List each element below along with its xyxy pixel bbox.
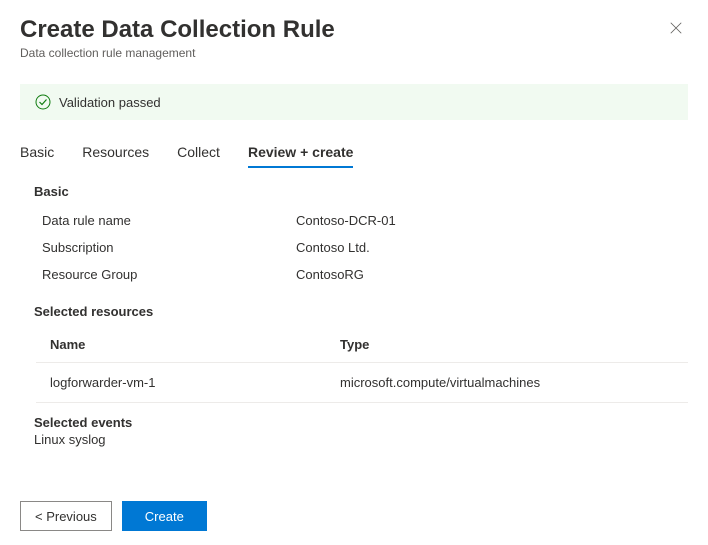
tab-resources[interactable]: Resources <box>82 144 149 168</box>
basic-section-title: Basic <box>34 184 688 199</box>
value-data-rule-name: Contoso-DCR-01 <box>296 213 396 228</box>
page-subtitle: Data collection rule management <box>20 46 688 60</box>
label-resource-group: Resource Group <box>36 267 296 282</box>
close-button[interactable] <box>666 18 686 38</box>
event-item: Linux syslog <box>34 432 688 447</box>
column-header-type: Type <box>340 337 688 352</box>
resources-table-header: Name Type <box>36 327 688 363</box>
page-title: Create Data Collection Rule <box>20 16 688 44</box>
value-subscription: Contoso Ltd. <box>296 240 370 255</box>
label-subscription: Subscription <box>36 240 296 255</box>
resource-name: logforwarder-vm-1 <box>50 375 340 390</box>
validation-message: Validation passed <box>59 95 161 110</box>
tab-basic[interactable]: Basic <box>20 144 54 168</box>
selected-events-title: Selected events <box>34 415 688 430</box>
previous-button[interactable]: < Previous <box>20 501 112 531</box>
check-circle-icon <box>35 94 51 110</box>
resource-type: microsoft.compute/virtualmachines <box>340 375 688 390</box>
column-header-name: Name <box>50 337 340 352</box>
tab-collect[interactable]: Collect <box>177 144 220 168</box>
tab-review-create[interactable]: Review + create <box>248 144 353 168</box>
table-row: logforwarder-vm-1 microsoft.compute/virt… <box>36 363 688 403</box>
basic-row-data-rule-name: Data rule name Contoso-DCR-01 <box>36 207 688 234</box>
basic-row-subscription: Subscription Contoso Ltd. <box>36 234 688 261</box>
create-button[interactable]: Create <box>122 501 207 531</box>
label-data-rule-name: Data rule name <box>36 213 296 228</box>
value-resource-group: ContosoRG <box>296 267 364 282</box>
validation-banner: Validation passed <box>20 84 688 120</box>
basic-row-resource-group: Resource Group ContosoRG <box>36 261 688 288</box>
selected-resources-title: Selected resources <box>34 304 688 319</box>
footer: < Previous Create <box>20 501 207 531</box>
close-icon <box>669 21 683 35</box>
tabs: Basic Resources Collect Review + create <box>20 144 688 168</box>
